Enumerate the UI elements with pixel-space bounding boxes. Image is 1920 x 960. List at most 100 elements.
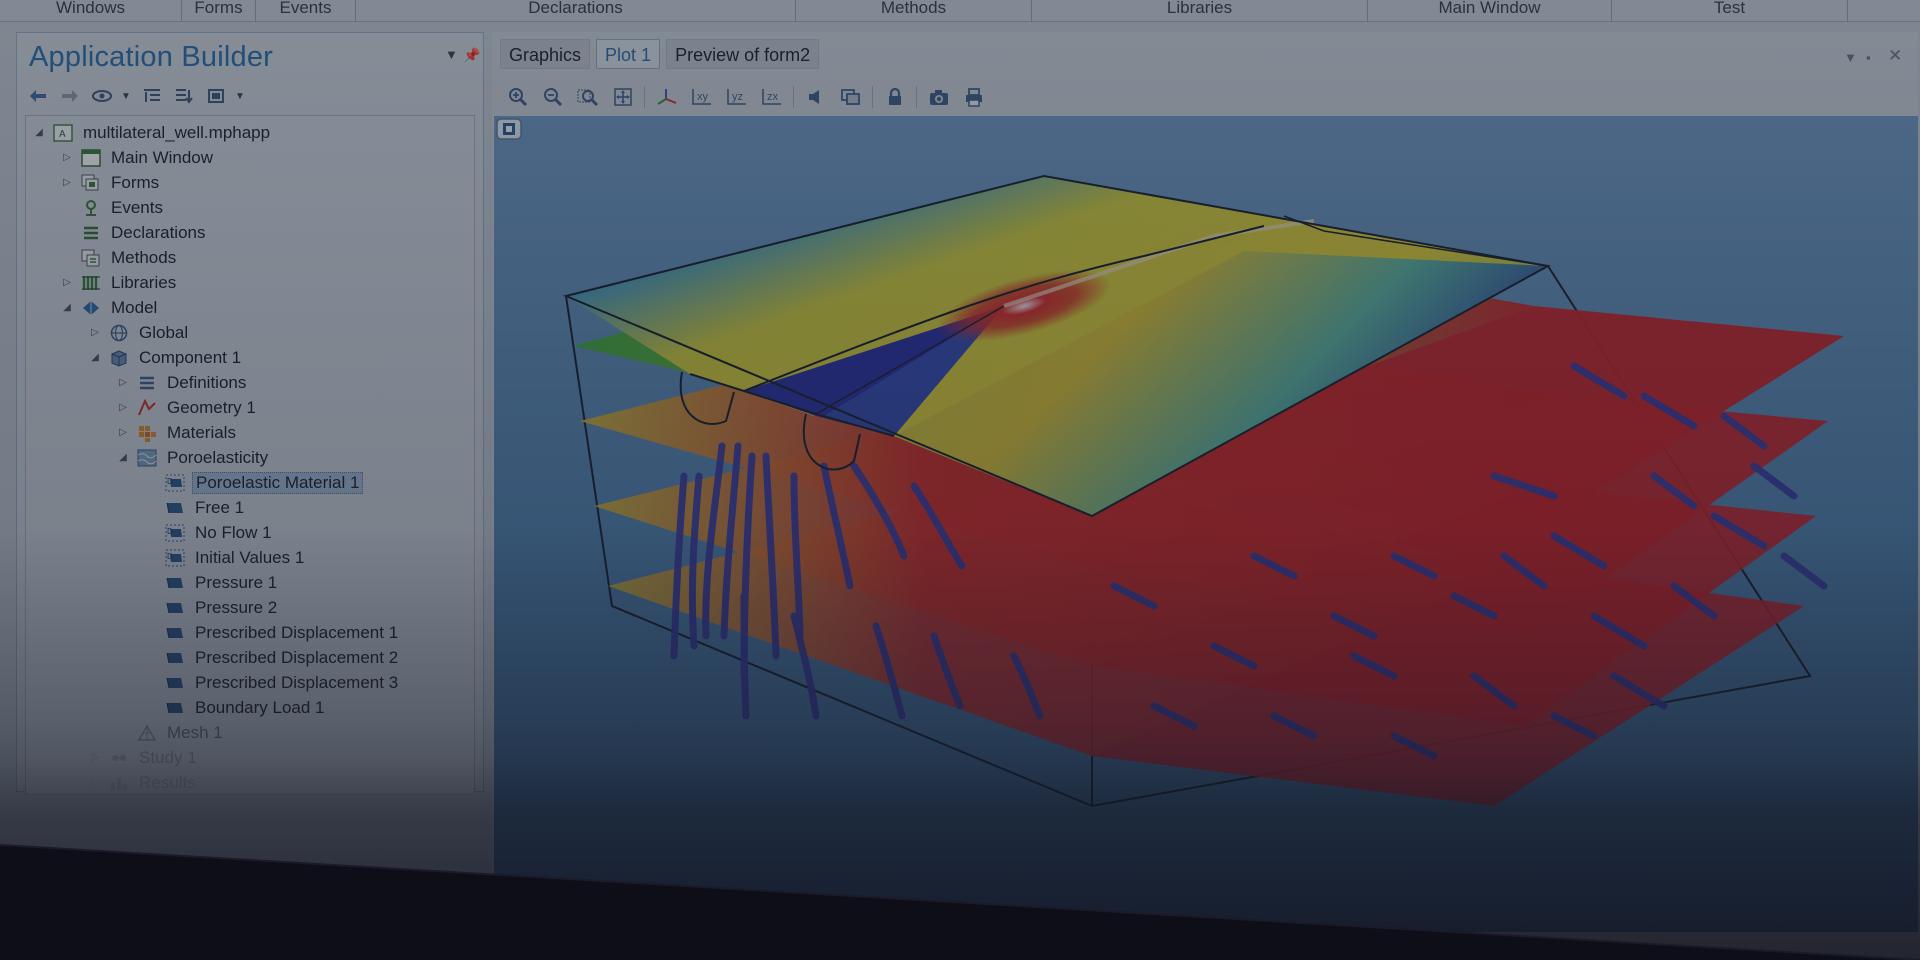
- tree-node-label: Component 1: [139, 347, 242, 367]
- panel-menu-icon[interactable]: ▼: [445, 47, 458, 62]
- tree-node[interactable]: Methods: [60, 245, 179, 270]
- tab-plot-1[interactable]: Plot 1: [596, 39, 661, 69]
- tree-node[interactable]: ▷ Global: [88, 320, 191, 345]
- lock-icon[interactable]: [877, 83, 912, 111]
- camera-icon[interactable]: [921, 83, 956, 111]
- app-window: Windows Forms Events Declarations Methods Lib…: [0, 0, 1920, 960]
- tree-node[interactable]: ◢ Component 1: [88, 345, 244, 370]
- chevron-down-icon[interactable]: ▼: [235, 91, 247, 102]
- panel-menu-icon[interactable]: ▼: [1844, 50, 1857, 65]
- xy-view-icon[interactable]: xy: [684, 83, 719, 111]
- tree-node[interactable]: ◢ Amultilateral_well.mphapp: [32, 120, 273, 145]
- window-icon: [80, 148, 102, 168]
- zoom-in-icon[interactable]: [500, 83, 535, 111]
- expand-icon[interactable]: [171, 85, 197, 107]
- yz-view-icon[interactable]: yz: [719, 83, 754, 111]
- expand-arrow-icon[interactable]: ▷: [88, 752, 102, 763]
- ribbon-group-windows: Windows: [0, 0, 182, 21]
- tree-node[interactable]: Prescribed Displacement 2: [144, 645, 401, 670]
- tab-preview-of-form2[interactable]: Preview of form2: [666, 39, 820, 69]
- tree-node[interactable]: D Initial Values 1: [144, 545, 307, 570]
- collapse-arrow-icon[interactable]: ◢: [32, 127, 46, 138]
- collapse-icon[interactable]: [139, 85, 165, 107]
- tree-node-label: No Flow 1: [195, 522, 272, 542]
- globe-icon: [108, 323, 130, 343]
- tree-node[interactable]: ◢ Poroelasticity: [116, 445, 271, 470]
- tree-node-label: Global: [139, 322, 189, 342]
- zoom-extents-icon[interactable]: [605, 83, 640, 111]
- collapse-arrow-icon[interactable]: ◢: [116, 452, 130, 463]
- print-icon[interactable]: [956, 83, 991, 111]
- tree-node-label: Prescribed Displacement 1: [195, 622, 399, 642]
- results-icon: [108, 773, 130, 793]
- view-cube-icon[interactable]: [494, 116, 524, 142]
- pin-icon[interactable]: 📌: [463, 47, 480, 64]
- zx-view-icon[interactable]: zx: [754, 83, 789, 111]
- feature-icon: [164, 623, 186, 643]
- expand-arrow-icon[interactable]: ▷: [88, 777, 102, 788]
- arrow-right-icon[interactable]: [57, 85, 83, 107]
- tree-node-label: Study 1: [139, 747, 197, 767]
- expand-arrow-icon[interactable]: ▷: [60, 277, 74, 288]
- tree-node[interactable]: ▷ Geometry 1: [116, 395, 259, 420]
- zoom-out-icon[interactable]: [535, 83, 570, 111]
- ribbon-group-bar: Windows Forms Events Declarations Methods Lib…: [0, 0, 1920, 22]
- chevron-down-icon[interactable]: ▼: [121, 91, 133, 102]
- expand-arrow-icon[interactable]: ▷: [116, 402, 130, 413]
- tree-node-label: Events: [111, 197, 163, 217]
- tab-graphics[interactable]: Graphics: [500, 39, 591, 69]
- tree-node[interactable]: ◢ Model: [60, 295, 160, 320]
- tree-node[interactable]: ▷ Materials: [116, 420, 239, 445]
- collapse-arrow-icon[interactable]: ◢: [60, 302, 74, 313]
- tree-node-label: Results: [139, 772, 196, 792]
- expand-arrow-icon[interactable]: ▷: [60, 152, 74, 163]
- tree-node[interactable]: Events: [60, 195, 166, 220]
- feature-icon: [164, 648, 186, 668]
- collapse-arrow-icon[interactable]: ◢: [88, 352, 102, 363]
- tree-node[interactable]: Prescribed Displacement 1: [144, 620, 401, 645]
- feature-d-icon: D: [164, 473, 186, 493]
- tree-node[interactable]: Declarations: [60, 220, 209, 245]
- tree-node[interactable]: D Poroelastic Material 1: [144, 470, 364, 495]
- graphics-viewport[interactable]: [494, 116, 1918, 932]
- expand-arrow-icon[interactable]: ▷: [116, 377, 130, 388]
- transparency-icon[interactable]: [833, 83, 868, 111]
- tree-node[interactable]: Mesh 1: [116, 720, 226, 745]
- close-icon[interactable]: ✕: [1888, 46, 1902, 66]
- expand-arrow-icon[interactable]: ▷: [88, 327, 102, 338]
- tree-node[interactable]: ▷ Study 1: [88, 745, 200, 770]
- tree-node[interactable]: D No Flow 1: [144, 520, 275, 545]
- toolbar-separator: [644, 86, 645, 108]
- zoom-box-icon[interactable]: [570, 83, 605, 111]
- tree-node[interactable]: Pressure 1: [144, 570, 280, 595]
- tree-node[interactable]: Free 1: [144, 495, 247, 520]
- arrow-left-icon[interactable]: [25, 85, 51, 107]
- layout-icon[interactable]: [203, 85, 229, 107]
- tree-node-label: Declarations: [111, 222, 206, 242]
- tree-node[interactable]: Pressure 2: [144, 595, 280, 620]
- tree-node[interactable]: ▷ Results: [88, 770, 199, 794]
- tree-node[interactable]: ▷ Libraries: [60, 270, 179, 295]
- tree-node[interactable]: ▷ Definitions: [116, 370, 249, 395]
- tree-node-label: Main Window: [111, 147, 214, 167]
- default-view-icon[interactable]: [649, 83, 684, 111]
- methods-icon: [80, 248, 102, 268]
- mesh-icon: [136, 723, 158, 743]
- svg-text:D: D: [167, 552, 173, 561]
- scene-light-icon[interactable]: [798, 83, 833, 111]
- tree-node[interactable]: Prescribed Displacement 3: [144, 670, 401, 695]
- tree-node[interactable]: ▷ Main Window: [60, 145, 216, 170]
- expand-arrow-icon[interactable]: ▷: [60, 177, 74, 188]
- materials-icon: [136, 423, 158, 443]
- tree-node-label: Prescribed Displacement 3: [195, 672, 399, 692]
- toolbar-separator: [793, 86, 794, 108]
- tree-node-label: Initial Values 1: [195, 547, 305, 567]
- tree-node[interactable]: Boundary Load 1: [144, 695, 328, 720]
- expand-arrow-icon[interactable]: ▷: [116, 427, 130, 438]
- eye-icon[interactable]: [89, 85, 115, 107]
- libraries-icon: [80, 273, 102, 293]
- ribbon-group-methods: Methods: [796, 0, 1032, 21]
- tree-node[interactable]: ▷ Forms: [60, 170, 162, 195]
- feature-d-icon: D: [164, 548, 186, 568]
- pin-icon[interactable]: ▪: [1866, 50, 1871, 65]
